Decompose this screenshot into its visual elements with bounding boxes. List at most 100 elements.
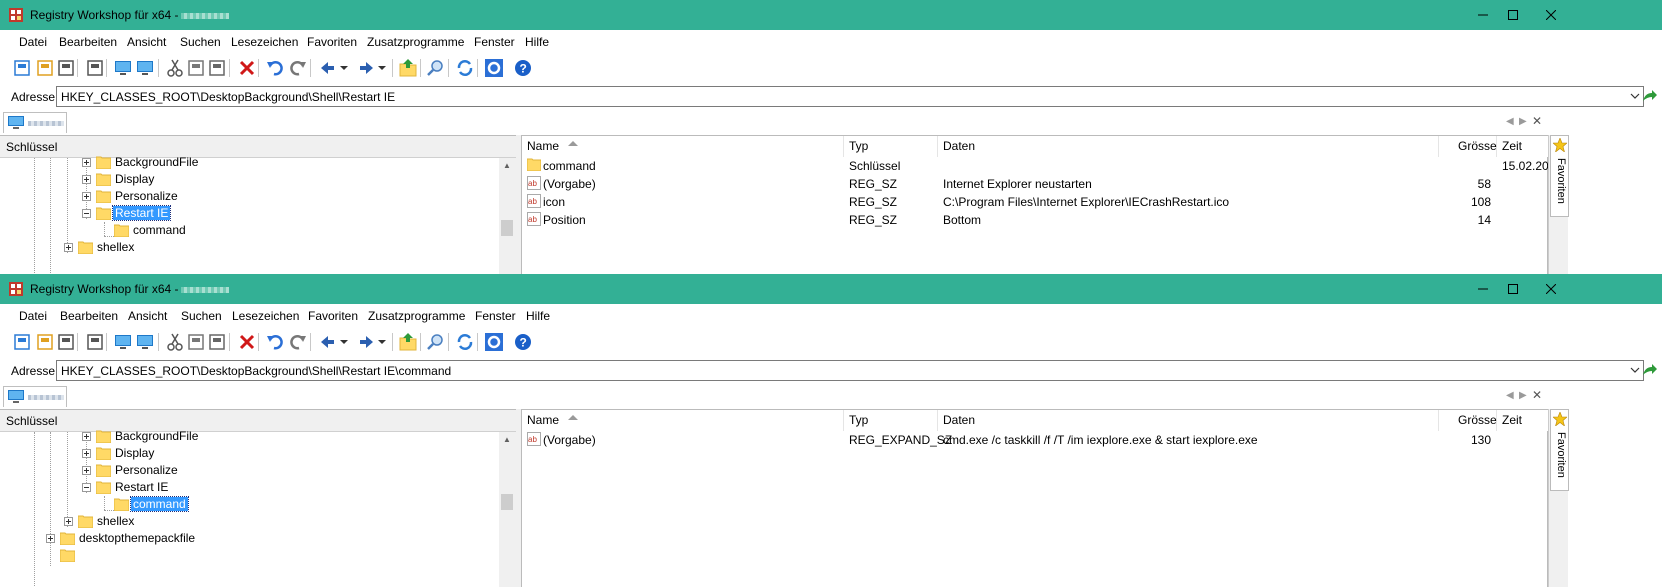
import-button[interactable] bbox=[35, 332, 55, 352]
tab-scroll-left-icon[interactable]: ◀ bbox=[1506, 116, 1514, 127]
delete-button[interactable] bbox=[237, 332, 257, 352]
go-arrow-icon[interactable] bbox=[1642, 363, 1658, 377]
column-size[interactable]: Grösse bbox=[1439, 410, 1497, 431]
back-button[interactable] bbox=[318, 332, 348, 352]
menu-fenster[interactable]: Fenster bbox=[474, 35, 515, 49]
close-button[interactable] bbox=[1528, 0, 1574, 30]
column-type[interactable]: Typ bbox=[844, 410, 938, 431]
column-data[interactable]: Daten bbox=[938, 410, 1439, 431]
computer-tab[interactable] bbox=[3, 386, 67, 407]
value-name: command bbox=[543, 159, 596, 173]
copy-button[interactable] bbox=[186, 332, 206, 352]
redo-button[interactable] bbox=[288, 58, 308, 78]
menu-bearbeiten[interactable]: Bearbeiten bbox=[60, 309, 118, 323]
forward-icon bbox=[360, 62, 373, 74]
new-key-button[interactable] bbox=[12, 332, 32, 352]
tab-close-icon[interactable]: ✕ bbox=[1532, 388, 1542, 402]
menu-bearbeiten[interactable]: Bearbeiten bbox=[59, 35, 117, 49]
menu-suchen[interactable]: Suchen bbox=[180, 35, 221, 49]
new-key-button[interactable] bbox=[12, 58, 32, 78]
address-input[interactable]: HKEY_CLASSES_ROOT\DesktopBackground\Shel… bbox=[56, 360, 1644, 381]
find-button[interactable] bbox=[426, 58, 446, 78]
cut-button[interactable] bbox=[165, 58, 185, 78]
menu-favoriten[interactable]: Favoriten bbox=[307, 35, 357, 49]
undo-button[interactable] bbox=[265, 58, 285, 78]
scroll-thumb[interactable] bbox=[501, 494, 513, 510]
up-level-button[interactable] bbox=[398, 332, 418, 352]
tree-scrollbar[interactable]: ▲ bbox=[499, 158, 516, 274]
tree-scrollbar[interactable]: ▲ bbox=[499, 432, 516, 587]
menu-ansicht[interactable]: Ansicht bbox=[127, 35, 166, 49]
column-name[interactable]: Name bbox=[522, 136, 844, 157]
column-name[interactable]: Name bbox=[522, 410, 844, 431]
local-computer-button[interactable] bbox=[114, 332, 134, 352]
dropdown-arrow-icon[interactable] bbox=[378, 340, 386, 344]
favorites-tab[interactable]: Favoriten bbox=[1550, 135, 1569, 217]
favorites-tab[interactable]: Favoriten bbox=[1550, 409, 1569, 491]
find-button[interactable] bbox=[426, 332, 446, 352]
app-icon bbox=[9, 8, 23, 22]
menu-favoriten[interactable]: Favoriten bbox=[308, 309, 358, 323]
chevron-down-icon[interactable] bbox=[1630, 365, 1640, 375]
menu-hilfe[interactable]: Hilfe bbox=[526, 309, 550, 323]
screenshot-button[interactable] bbox=[85, 58, 105, 78]
column-size[interactable]: Grösse bbox=[1439, 136, 1497, 157]
menu-hilfe[interactable]: Hilfe bbox=[525, 35, 549, 49]
menu-lesezeichen[interactable]: Lesezeichen bbox=[231, 35, 298, 49]
tab-scroll-right-icon[interactable]: ▶ bbox=[1519, 116, 1527, 127]
column-time[interactable]: Zeit bbox=[1497, 410, 1549, 431]
menu-zusatzprogramme[interactable]: Zusatzprogramme bbox=[367, 35, 464, 49]
tree-label: desktopthemepackfile bbox=[79, 531, 196, 545]
help-button[interactable]: ? bbox=[513, 58, 533, 78]
help-button[interactable]: ? bbox=[513, 332, 533, 352]
up-level-button[interactable] bbox=[398, 58, 418, 78]
close-button[interactable] bbox=[1528, 274, 1574, 304]
scroll-thumb[interactable] bbox=[501, 220, 513, 236]
save-button[interactable] bbox=[56, 58, 76, 78]
delete-button[interactable] bbox=[237, 58, 257, 78]
menu-lesezeichen[interactable]: Lesezeichen bbox=[232, 309, 299, 323]
address-input[interactable]: HKEY_CLASSES_ROOT\DesktopBackground\Shel… bbox=[56, 86, 1644, 107]
paste-button[interactable] bbox=[207, 58, 227, 78]
dropdown-arrow-icon[interactable] bbox=[340, 340, 348, 344]
menu-fenster[interactable]: Fenster bbox=[475, 309, 516, 323]
column-time[interactable]: Zeit bbox=[1497, 136, 1549, 157]
options-button[interactable] bbox=[484, 332, 504, 352]
title-bar[interactable]: Registry Workshop für x64 - bbox=[0, 274, 1662, 304]
column-type[interactable]: Typ bbox=[844, 136, 938, 157]
refresh-button[interactable] bbox=[455, 58, 475, 78]
remote-computer-button[interactable] bbox=[136, 332, 156, 352]
forward-button[interactable] bbox=[356, 332, 386, 352]
tab-scroll-left-icon[interactable]: ◀ bbox=[1506, 390, 1514, 401]
redo-button[interactable] bbox=[288, 332, 308, 352]
computer-tab[interactable] bbox=[3, 112, 67, 133]
tab-scroll-right-icon[interactable]: ▶ bbox=[1519, 390, 1527, 401]
dropdown-arrow-icon[interactable] bbox=[378, 66, 386, 70]
scroll-up-icon[interactable]: ▲ bbox=[503, 161, 511, 170]
title-bar[interactable]: Registry Workshop für x64 - bbox=[0, 0, 1662, 30]
menu-zusatzprogramme[interactable]: Zusatzprogramme bbox=[368, 309, 465, 323]
import-button[interactable] bbox=[35, 58, 55, 78]
save-button[interactable] bbox=[56, 332, 76, 352]
menu-ansicht[interactable]: Ansicht bbox=[128, 309, 167, 323]
scroll-up-icon[interactable]: ▲ bbox=[503, 435, 511, 444]
forward-button[interactable] bbox=[356, 58, 386, 78]
options-button[interactable] bbox=[484, 58, 504, 78]
remote-computer-button[interactable] bbox=[136, 58, 156, 78]
column-data[interactable]: Daten bbox=[938, 136, 1439, 157]
copy-button[interactable] bbox=[186, 58, 206, 78]
menu-datei[interactable]: Datei bbox=[19, 309, 47, 323]
tab-close-icon[interactable]: ✕ bbox=[1532, 114, 1542, 128]
menu-suchen[interactable]: Suchen bbox=[181, 309, 222, 323]
go-arrow-icon[interactable] bbox=[1642, 89, 1658, 103]
menu-datei[interactable]: Datei bbox=[19, 35, 47, 49]
screenshot-button[interactable] bbox=[85, 332, 105, 352]
chevron-down-icon[interactable] bbox=[1630, 91, 1640, 101]
paste-button[interactable] bbox=[207, 332, 227, 352]
cut-button[interactable] bbox=[165, 332, 185, 352]
undo-button[interactable] bbox=[265, 332, 285, 352]
dropdown-arrow-icon[interactable] bbox=[340, 66, 348, 70]
back-button[interactable] bbox=[318, 58, 348, 78]
refresh-button[interactable] bbox=[455, 332, 475, 352]
local-computer-button[interactable] bbox=[114, 58, 134, 78]
